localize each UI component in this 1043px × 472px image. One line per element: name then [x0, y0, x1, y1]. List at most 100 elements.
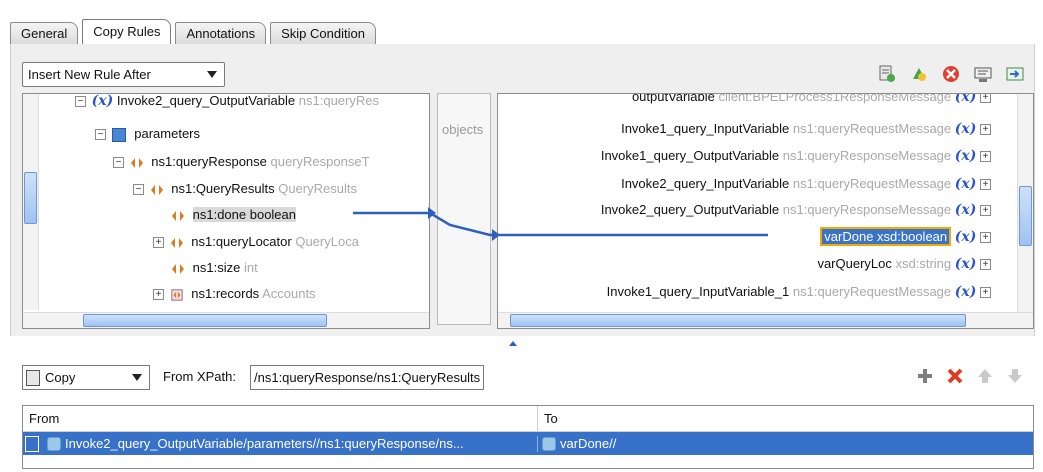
variable-icon	[47, 436, 61, 451]
collapse-icon[interactable]: −	[113, 157, 124, 169]
variable-icon: (x)	[954, 284, 977, 300]
expression-builder-icon[interactable]	[877, 64, 897, 84]
variable-icon: (x)	[954, 93, 977, 105]
tree-node-type: ns1:queryRequestMessage	[792, 121, 952, 136]
tree-node-done[interactable]: ns1:done boolean	[171, 204, 296, 226]
tree-node-invoke2-output[interactable]: − (x) Invoke2_query_OutputVariable ns1:q…	[75, 93, 379, 112]
tree-node-type: ns1:queryRequestMessage	[792, 284, 952, 299]
message-part-icon	[111, 127, 126, 142]
table-row[interactable]: Invoke2_query_OutputVariable/parameters/…	[23, 432, 1033, 455]
splitter-handle[interactable]	[485, 335, 545, 346]
variable-icon: (x)	[954, 121, 977, 137]
tree-node-query-locator[interactable]: + ns1:queryLocator QueryLoca	[153, 231, 359, 253]
expand-icon[interactable]: +	[980, 287, 991, 299]
expand-icon[interactable]: +	[980, 232, 991, 244]
auto-map-icon[interactable]	[909, 64, 929, 84]
rule-actions	[915, 366, 1025, 386]
insert-rule-dropdown[interactable]: Insert New Rule After	[22, 62, 225, 87]
left-horizontal-scrollbar[interactable]	[23, 312, 429, 328]
tree-node-label: outputVariable	[631, 93, 715, 104]
element-icon	[170, 237, 183, 248]
tree-node-records[interactable]: + ns1:records Accounts	[153, 283, 316, 305]
scroll-thumb[interactable]	[1019, 186, 1032, 246]
cell-to: varDone//	[538, 436, 1033, 451]
source-variable-tree[interactable]: − (x) Invoke2_query_OutputVariable ns1:q…	[22, 93, 430, 329]
tree-node-label: Invoke1_query_InputVariable	[621, 121, 790, 136]
scroll-thumb[interactable]	[510, 314, 966, 327]
right-vertical-scrollbar[interactable]	[1017, 94, 1033, 312]
tree-node-var-query-loc[interactable]: varQueryLoc xsd:string (x) +	[817, 253, 993, 275]
scroll-thumb[interactable]	[24, 172, 37, 224]
tree-node-type: Accounts	[262, 286, 316, 301]
cell-from: Invoke2_query_OutputVariable/parameters/…	[23, 435, 538, 452]
target-variable-tree[interactable]: outputVariable client:BPELProcess1Respon…	[497, 93, 1034, 329]
element-icon	[172, 210, 184, 221]
move-up-icon[interactable]	[975, 366, 995, 386]
tree-node-output-variable[interactable]: outputVariable client:BPELProcess1Respon…	[631, 93, 993, 108]
tree-node-type: QueryResults	[278, 181, 357, 196]
tab-general[interactable]: General	[10, 22, 79, 44]
show-properties-icon[interactable]	[973, 64, 993, 84]
cell-to-text: varDone//	[560, 436, 617, 451]
tab-annotations[interactable]: Annotations	[175, 22, 267, 44]
tree-node-label: Invoke1_query_InputVariable_1	[606, 284, 790, 299]
tree-node-label: ns1:QueryResults	[171, 181, 275, 196]
tree-node-var-done[interactable]: varDone xsd:boolean (x) +	[820, 226, 993, 248]
element-icon	[172, 263, 184, 274]
collapse-icon[interactable]: −	[95, 129, 106, 141]
tree-node-invoke1-input[interactable]: Invoke1_query_InputVariable ns1:queryReq…	[621, 118, 993, 140]
variable-icon: (x)	[954, 202, 977, 218]
variable-icon: (x)	[954, 229, 977, 245]
tree-node-invoke2-input[interactable]: Invoke2_query_InputVariable ns1:queryReq…	[621, 173, 993, 195]
expand-icon[interactable]: +	[153, 289, 164, 301]
tree-node-parameters[interactable]: − parameters	[95, 123, 200, 145]
expand-icon[interactable]: +	[980, 205, 991, 217]
column-header-to[interactable]: To	[538, 406, 1033, 431]
expand-icon[interactable]: +	[980, 179, 991, 191]
delete-mapping-icon[interactable]	[941, 64, 961, 84]
tab-skip-condition[interactable]: Skip Condition	[270, 22, 376, 44]
tab-copy-rules[interactable]: Copy Rules	[82, 19, 172, 44]
tree-node-label: parameters	[134, 126, 200, 141]
tree-node-invoke1-input-1[interactable]: Invoke1_query_InputVariable_1 ns1:queryR…	[607, 281, 993, 303]
tree-node-invoke2-output[interactable]: Invoke2_query_OutputVariable ns1:queryRe…	[601, 199, 993, 221]
tree-node-type: ns1:queryRequestMessage	[792, 176, 952, 191]
rule-type-select[interactable]: Copy	[22, 365, 150, 390]
tree-node-type: ns1:queryResponseMessage	[782, 202, 952, 217]
move-down-icon[interactable]	[1005, 366, 1025, 386]
from-xpath-input[interactable]: /ns1:queryResponse/ns1:QueryResults	[250, 365, 484, 390]
tree-node-query-results[interactable]: − ns1:QueryResults QueryResults	[133, 178, 357, 200]
tree-node-label: Invoke2_query_OutputVariable	[600, 202, 780, 217]
expand-icon[interactable]: +	[980, 151, 991, 163]
element-icon	[150, 184, 163, 195]
tree-node-type: ns1:queryRes	[298, 93, 379, 108]
tree-node-type: queryResponseT	[270, 154, 370, 169]
left-vertical-scrollbar[interactable]	[23, 94, 39, 310]
tree-node-label: varDone xsd:boolean	[820, 227, 952, 246]
delete-rule-icon[interactable]	[945, 366, 965, 386]
collapse-icon[interactable]: −	[75, 96, 86, 108]
copy-rules-table[interactable]: From To Invoke2_query_OutputVariable/par…	[22, 405, 1034, 469]
tree-node-type: int	[243, 260, 258, 275]
collapse-icon[interactable]: −	[133, 184, 144, 196]
tree-node-type: xsd:string	[895, 256, 952, 271]
expand-icon[interactable]: +	[153, 237, 164, 249]
mapping-canvas[interactable]: objects	[437, 93, 491, 325]
column-header-from[interactable]: From	[23, 406, 538, 431]
tree-node-query-response[interactable]: − ns1:queryResponse queryResponseT	[113, 151, 370, 173]
tree-node-label: ns1:queryResponse	[151, 154, 267, 169]
canvas-label: objects	[442, 122, 484, 137]
scroll-thumb[interactable]	[83, 314, 327, 327]
right-horizontal-scrollbar[interactable]	[498, 312, 1033, 328]
tree-node-invoke1-output[interactable]: Invoke1_query_OutputVariable ns1:queryRe…	[601, 145, 993, 167]
add-rule-icon[interactable]	[915, 366, 935, 386]
map-arrow-icon[interactable]	[1005, 64, 1025, 84]
tree-node-type: client:BPELProcess1ResponseMessage	[718, 93, 952, 104]
expand-icon[interactable]: +	[980, 94, 991, 104]
variable-icon: (x)	[954, 148, 977, 164]
variable-icon	[542, 436, 556, 451]
expand-icon[interactable]: +	[980, 124, 991, 136]
tree-node-size[interactable]: ns1:size int	[171, 257, 258, 279]
variable-icon: (x)	[91, 93, 114, 109]
expand-icon[interactable]: +	[980, 259, 991, 271]
